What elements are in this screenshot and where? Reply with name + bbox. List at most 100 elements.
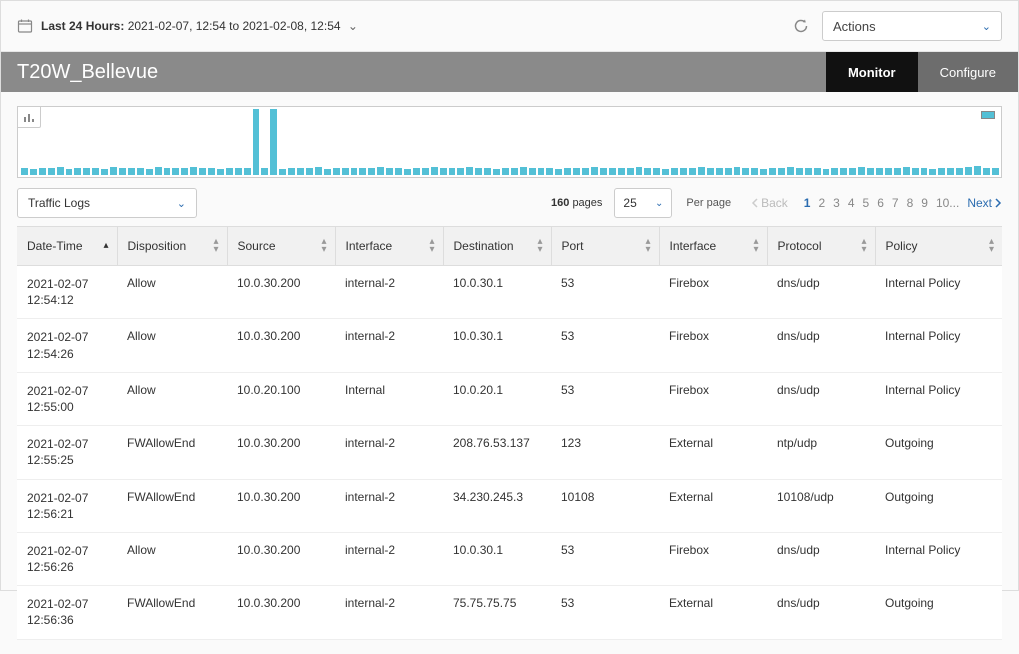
histogram-bar[interactable]: [858, 167, 865, 175]
histogram-bar[interactable]: [938, 168, 945, 175]
histogram-bar[interactable]: [431, 167, 438, 175]
histogram-bar[interactable]: [965, 167, 972, 175]
column-header[interactable]: Protocol▴▾: [767, 227, 875, 266]
histogram-bar[interactable]: [146, 169, 153, 175]
histogram-bar[interactable]: [359, 168, 366, 175]
column-header[interactable]: Disposition▴▾: [117, 227, 227, 266]
histogram-bar[interactable]: [279, 169, 286, 175]
histogram-bar[interactable]: [538, 168, 545, 175]
table-row[interactable]: 2021-02-07 12:55:00Allow10.0.20.100Inter…: [17, 372, 1002, 425]
histogram-bar[interactable]: [849, 168, 856, 175]
sort-icon[interactable]: ▴▾: [645, 238, 650, 254]
histogram-bar[interactable]: [956, 168, 963, 175]
histogram-bar[interactable]: [680, 168, 687, 175]
histogram-bar[interactable]: [778, 168, 785, 175]
histogram-bar[interactable]: [137, 168, 144, 175]
histogram-bar[interactable]: [92, 168, 99, 175]
histogram-bar[interactable]: [181, 168, 188, 175]
histogram-bar[interactable]: [921, 168, 928, 175]
histogram-bar[interactable]: [671, 168, 678, 175]
histogram-bar[interactable]: [48, 168, 55, 175]
histogram-bar[interactable]: [475, 168, 482, 175]
pager-page[interactable]: 4: [848, 196, 855, 210]
pager-page[interactable]: 7: [892, 196, 899, 210]
table-row[interactable]: 2021-02-07 12:54:26Allow10.0.30.200inter…: [17, 319, 1002, 372]
histogram-bar[interactable]: [466, 167, 473, 175]
histogram-bar[interactable]: [270, 109, 277, 175]
histogram-bar[interactable]: [662, 169, 669, 175]
histogram-bar[interactable]: [244, 168, 251, 175]
sort-icon[interactable]: ▴▾: [321, 238, 326, 254]
histogram-bar[interactable]: [39, 168, 46, 175]
histogram-bar[interactable]: [555, 169, 562, 175]
histogram-bar[interactable]: [413, 168, 420, 175]
histogram-bar[interactable]: [110, 167, 117, 175]
histogram-bar[interactable]: [511, 168, 518, 175]
histogram-bar[interactable]: [253, 109, 260, 175]
histogram-bar[interactable]: [377, 167, 384, 175]
histogram-bar[interactable]: [769, 168, 776, 175]
histogram-bar[interactable]: [689, 168, 696, 175]
histogram-bar[interactable]: [172, 168, 179, 175]
histogram-bar[interactable]: [787, 167, 794, 175]
histogram-bar[interactable]: [324, 169, 331, 175]
histogram-bar[interactable]: [288, 168, 295, 175]
histogram-bar[interactable]: [342, 168, 349, 175]
column-header[interactable]: Port▴▾: [551, 227, 659, 266]
histogram-bar[interactable]: [698, 167, 705, 175]
chart-mode-button[interactable]: [17, 106, 41, 128]
histogram-bar[interactable]: [564, 168, 571, 175]
histogram-bar[interactable]: [653, 168, 660, 175]
histogram-bar[interactable]: [992, 168, 999, 175]
histogram-bar[interactable]: [627, 168, 634, 175]
histogram-bar[interactable]: [484, 168, 491, 175]
histogram-bar[interactable]: [885, 168, 892, 175]
histogram-bar[interactable]: [386, 168, 393, 175]
histogram-bar[interactable]: [716, 168, 723, 175]
pager-page[interactable]: 10...: [936, 196, 959, 210]
histogram-bar[interactable]: [395, 168, 402, 175]
table-row[interactable]: 2021-02-07 12:56:21FWAllowEnd10.0.30.200…: [17, 479, 1002, 532]
column-header[interactable]: Source▴▾: [227, 227, 335, 266]
histogram-bar[interactable]: [573, 168, 580, 175]
table-row[interactable]: 2021-02-07 12:56:26Allow10.0.30.200inter…: [17, 532, 1002, 585]
histogram-bar[interactable]: [734, 167, 741, 175]
sort-icon[interactable]: ▴: [103, 242, 108, 250]
histogram-bar[interactable]: [297, 168, 304, 175]
sort-icon[interactable]: ▴▾: [213, 238, 218, 254]
histogram-bar[interactable]: [315, 167, 322, 175]
histogram-bar[interactable]: [199, 168, 206, 175]
histogram-bar[interactable]: [546, 168, 553, 175]
histogram-bar[interactable]: [235, 168, 242, 175]
histogram-bar[interactable]: [618, 168, 625, 175]
traffic-histogram[interactable]: [17, 106, 1002, 178]
histogram-bar[interactable]: [947, 168, 954, 175]
actions-dropdown[interactable]: Actions ⌄: [822, 11, 1002, 41]
histogram-bar[interactable]: [912, 168, 919, 175]
histogram-bar[interactable]: [128, 168, 135, 175]
histogram-bar[interactable]: [208, 168, 215, 175]
per-page-dropdown[interactable]: 25 ⌄: [614, 188, 672, 218]
histogram-bar[interactable]: [760, 169, 767, 175]
histogram-bar[interactable]: [644, 168, 651, 175]
histogram-bar[interactable]: [805, 168, 812, 175]
histogram-bar[interactable]: [636, 167, 643, 175]
histogram-bar[interactable]: [333, 168, 340, 175]
histogram-bar[interactable]: [493, 169, 500, 175]
pager-page[interactable]: 6: [877, 196, 884, 210]
histogram-bar[interactable]: [867, 168, 874, 175]
column-header[interactable]: Policy▴▾: [875, 227, 1002, 266]
histogram-bar[interactable]: [30, 169, 37, 175]
histogram-bar[interactable]: [894, 168, 901, 175]
histogram-bar[interactable]: [876, 168, 883, 175]
histogram-bar[interactable]: [422, 168, 429, 175]
sort-icon[interactable]: ▴▾: [861, 238, 866, 254]
histogram-bar[interactable]: [831, 168, 838, 175]
pager-page[interactable]: 2: [818, 196, 825, 210]
tab-configure[interactable]: Configure: [918, 52, 1018, 92]
histogram-bar[interactable]: [83, 168, 90, 175]
histogram-bar[interactable]: [591, 167, 598, 175]
histogram-bar[interactable]: [57, 167, 64, 175]
pager-page[interactable]: 1: [804, 196, 811, 210]
histogram-bar[interactable]: [974, 166, 981, 175]
